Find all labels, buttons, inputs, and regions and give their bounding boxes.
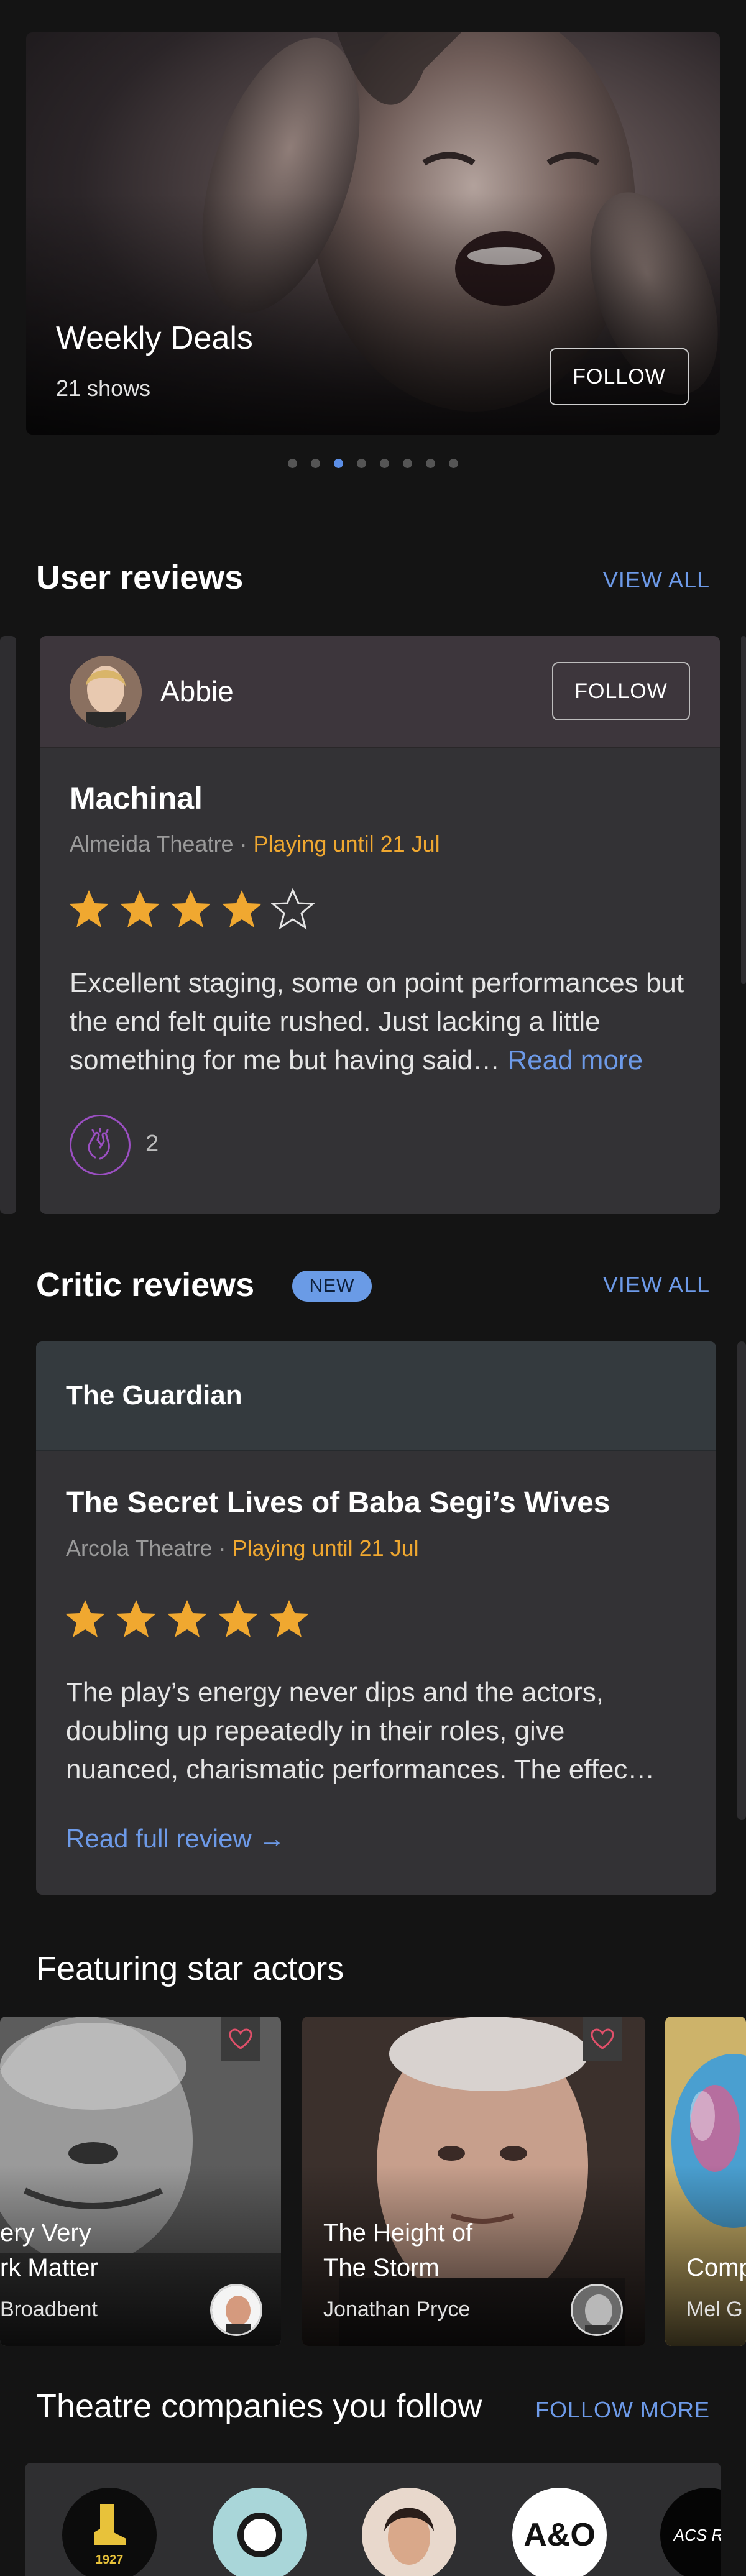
companies-carousel[interactable]: 1927 A&O ACS Ran	[25, 2463, 721, 2576]
clap-icon	[88, 1128, 110, 1160]
actor-show-title-line: rk Matter	[0, 2254, 98, 2281]
company-emblem	[237, 2513, 282, 2557]
carousel-dot[interactable]	[426, 459, 435, 468]
actor-name: Mel G	[686, 2298, 743, 2321]
star-actors-heading: Featuring star actors	[36, 1950, 344, 1987]
actor-show-title: The Height of The Storm	[323, 2215, 472, 2285]
new-badge: NEW	[292, 1271, 372, 1302]
show-title[interactable]: The Secret Lives of Baba Segi’s Wives	[66, 1486, 610, 1520]
star-empty-icon	[271, 888, 315, 930]
favorite-button[interactable]	[221, 2017, 260, 2061]
star-filled-icon	[167, 1600, 207, 1637]
weekly-deals-banner[interactable]: Weekly Deals 21 shows FOLLOW	[26, 32, 720, 435]
playing-status: Playing until 21 Jul	[253, 831, 440, 857]
review-text[interactable]: Excellent staging, some on point perform…	[70, 964, 698, 1080]
star-filled-icon	[269, 1600, 309, 1637]
company-logo-circle[interactable]	[213, 2488, 307, 2576]
company-logo-text: A&O	[523, 2517, 596, 2553]
carousel-dot[interactable]	[357, 459, 366, 468]
read-more-link[interactable]: Read more	[507, 1045, 643, 1075]
user-reviews-view-all-link[interactable]: VIEW ALL	[603, 567, 710, 593]
star-filled-icon	[116, 1600, 156, 1637]
follow-more-link[interactable]: FOLLOW MORE	[535, 2397, 710, 2423]
banner-title: Weekly Deals	[56, 320, 253, 356]
carousel-dot[interactable]	[334, 459, 343, 468]
venue-name: Arcola Theatre	[66, 1535, 213, 1561]
company-logo-text: ACS Ran	[673, 2525, 721, 2544]
previous-review-card-edge[interactable]	[0, 636, 16, 1214]
heart-icon	[591, 2028, 614, 2049]
venue-name: Almeida Theatre	[70, 831, 234, 857]
actor-show-title: Comp	[686, 2250, 746, 2285]
actor-show-title-line: Comp	[686, 2254, 746, 2281]
company-logo-1927[interactable]: 1927	[62, 2488, 157, 2576]
star-filled-icon	[222, 890, 262, 927]
actor-show-title-line: The Storm	[323, 2254, 440, 2281]
actor-name: Broadbent	[0, 2298, 98, 2321]
next-critic-card-edge[interactable]	[737, 1341, 746, 1820]
reviewer-follow-button[interactable]: FOLLOW	[552, 662, 690, 720]
venue-separator: ·	[233, 831, 254, 857]
venue-line: Arcola Theatre · Playing until 21 Jul	[66, 1535, 419, 1562]
reviewer-name[interactable]: Abbie	[160, 674, 234, 708]
star-filled-icon	[65, 1600, 105, 1637]
favorite-button[interactable]	[583, 2017, 622, 2061]
carousel-indicator[interactable]	[0, 459, 746, 468]
actor-show-title: ery Very rk Matter	[0, 2215, 98, 2285]
star-filled-icon	[120, 890, 160, 927]
review-card-header: Abbie FOLLOW	[40, 636, 720, 748]
star-filled-icon	[69, 890, 109, 927]
next-review-card-edge[interactable]	[741, 636, 746, 984]
critic-reviews-heading: Critic reviews	[36, 1266, 255, 1304]
star-rating	[67, 888, 315, 931]
carousel-dot[interactable]	[311, 459, 320, 468]
actor-show-title-line: ery Very	[0, 2219, 91, 2247]
company-logo-ao[interactable]: A&O	[512, 2488, 607, 2576]
heart-icon	[229, 2028, 252, 2049]
actor-show-title-line: The Height of	[323, 2219, 473, 2247]
user-review-card[interactable]: Abbie FOLLOW Machinal Almeida Theatre · …	[40, 636, 720, 1214]
carousel-dot[interactable]	[449, 459, 458, 468]
critic-card-header: The Guardian	[36, 1341, 716, 1451]
carousel-dot[interactable]	[380, 459, 389, 468]
playing-status: Playing until 21 Jul	[232, 1535, 419, 1561]
review-line: The play’s energy never dips and the act…	[66, 1677, 604, 1708]
clap-count: 2	[145, 1131, 159, 1157]
actor-avatar	[210, 2284, 262, 2336]
clap-button[interactable]	[70, 1115, 131, 1175]
publication-name[interactable]: The Guardian	[66, 1380, 242, 1411]
venue-separator: ·	[212, 1535, 233, 1561]
actor-card[interactable]: Comp Mel G	[665, 2017, 746, 2346]
critic-review-card[interactable]: The Guardian The Secret Lives of Baba Se…	[36, 1341, 716, 1895]
banner-follow-button[interactable]: FOLLOW	[550, 348, 689, 405]
company-logo-acs[interactable]: ACS Ran	[660, 2488, 721, 2576]
actor-card[interactable]: The Height of The Storm Jonathan Pryce	[302, 2017, 645, 2346]
read-full-review-link[interactable]: Read full review →	[66, 1824, 285, 1854]
critic-reviews-view-all-link[interactable]: VIEW ALL	[603, 1272, 710, 1298]
actor-card[interactable]: ery Very rk Matter Broadbent	[0, 2017, 281, 2346]
show-title[interactable]: Machinal	[70, 780, 203, 816]
venue-line: Almeida Theatre · Playing until 21 Jul	[70, 831, 440, 857]
company-portrait	[384, 2508, 434, 2565]
companies-heading: Theatre companies you follow	[36, 2388, 482, 2425]
company-logo-text: 1927	[95, 2553, 124, 2567]
carousel-dot[interactable]	[403, 459, 412, 468]
carousel-dot[interactable]	[288, 459, 297, 468]
user-reviews-heading: User reviews	[36, 559, 244, 596]
critic-review-text: The play’s energy never dips and the act…	[66, 1673, 694, 1789]
star-filled-icon	[171, 890, 211, 927]
actor-name: Jonathan Pryce	[323, 2298, 471, 2321]
star-rating	[63, 1598, 311, 1641]
boot-icon	[94, 2504, 126, 2545]
review-line: nuanced, charismatic performances. The e…	[66, 1754, 655, 1785]
actor-avatar	[571, 2284, 623, 2336]
company-logo-portrait[interactable]	[362, 2488, 456, 2576]
banner-show-count: 21 shows	[56, 375, 151, 401]
avatar[interactable]	[70, 656, 142, 728]
review-line: doubling up repeatedly in their roles, g…	[66, 1716, 565, 1746]
star-filled-icon	[218, 1600, 258, 1637]
